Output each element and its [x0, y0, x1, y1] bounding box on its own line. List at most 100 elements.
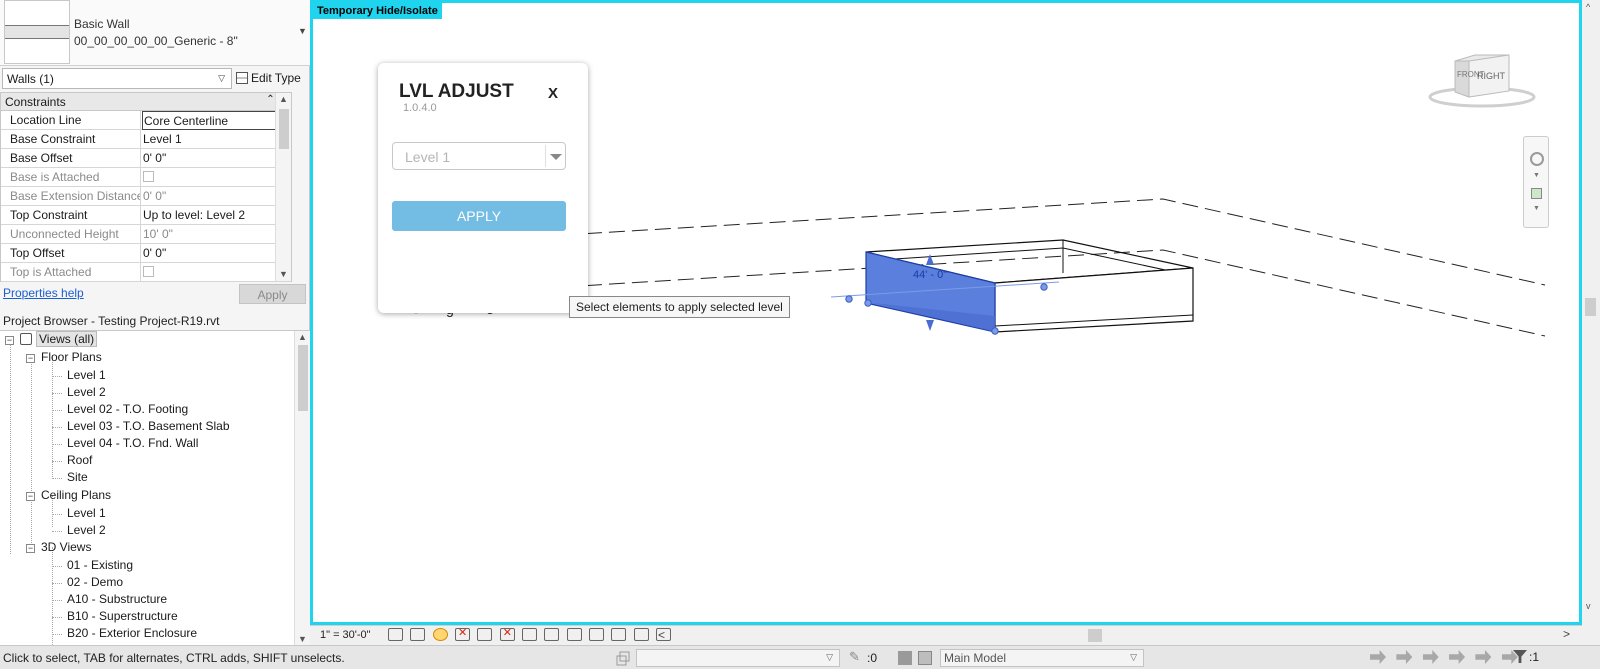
scroll-up-icon[interactable]: ^ [1586, 2, 1590, 12]
properties-help-link[interactable]: Properties help [3, 286, 84, 300]
selection-filter[interactable]: :1 [1513, 650, 1539, 664]
view-scale[interactable]: 1" = 30'-0" [320, 629, 371, 641]
level-select[interactable]: Level 1 [392, 142, 566, 170]
scroll-thumb[interactable] [1585, 298, 1596, 316]
tree-group-floor-plans[interactable]: − Floor Plans [26, 350, 102, 367]
property-row[interactable]: Top Constraint Up to level: Level 2 [1, 206, 291, 225]
reveal-hidden-icon[interactable] [589, 628, 605, 641]
design-options-icon[interactable] [898, 651, 912, 665]
tree-item[interactable]: Level 03 - T.O. Basement Slab [67, 419, 230, 436]
lock-3d-view-icon[interactable] [544, 628, 560, 641]
tree-group-ceiling-plans[interactable]: − Ceiling Plans [26, 488, 111, 505]
editable-only-icon[interactable]: ✎ [849, 649, 860, 665]
property-value-field[interactable]: 0' 0" [142, 149, 277, 167]
view-vertical-scrollbar[interactable]: ^ v [1582, 0, 1600, 625]
dimension-label[interactable]: 44' - 0" [913, 269, 947, 281]
select-underlay-icon[interactable] [1396, 650, 1413, 664]
tree-item[interactable]: A10 - Substructure [67, 592, 167, 609]
property-row[interactable]: Location Line Core Centerline [1, 111, 291, 130]
select-links-icon[interactable] [1370, 650, 1386, 664]
worksharing-display-icon[interactable] [611, 628, 627, 641]
render-icon[interactable] [477, 628, 493, 641]
tree-group-label: Ceiling Plans [41, 488, 112, 502]
property-row[interactable]: Top Offset 0' 0" [1, 244, 291, 263]
design-option-set-icon[interactable] [918, 651, 932, 665]
select-pinned-icon[interactable] [1422, 650, 1439, 664]
scroll-up-icon[interactable]: ▲ [298, 332, 307, 342]
collapse-icon[interactable]: − [26, 354, 35, 363]
lvl-apply-button[interactable]: APPLY [392, 201, 566, 231]
property-value-field[interactable]: Up to level: Level 2 [142, 206, 277, 224]
scroll-down-icon[interactable]: v [1586, 601, 1591, 611]
chevron-left-icon[interactable]: < [658, 628, 665, 642]
tree-item[interactable]: Level 1 [67, 506, 106, 523]
scroll-thumb[interactable] [298, 345, 308, 411]
temporary-hide-isolate-icon[interactable] [566, 628, 582, 641]
project-browser-scrollbar[interactable]: ▲ ▼ [294, 331, 310, 645]
select-by-face-icon[interactable] [1449, 650, 1466, 664]
viewcube-right-label[interactable]: RIGHT [1477, 71, 1506, 81]
scroll-up-icon[interactable]: ▲ [279, 94, 288, 104]
edit-type-button[interactable]: Edit Type [236, 68, 308, 89]
property-value-field[interactable]: 0' 0" [142, 244, 277, 262]
show-crop-icon[interactable] [522, 628, 538, 641]
shadows-off-icon[interactable] [455, 626, 471, 641]
tree-item[interactable]: Site [67, 470, 88, 487]
chevron-right-icon[interactable]: > [1563, 627, 1570, 641]
tree-root[interactable]: − Views (all) [5, 331, 98, 349]
tree-group-3d-views[interactable]: −3D Views [26, 540, 91, 557]
steering-wheel-icon[interactable] [1530, 152, 1544, 166]
chevron-down-icon[interactable]: ▼ [298, 26, 307, 36]
collapse-icon[interactable]: − [26, 544, 35, 553]
tree-item[interactable]: 02 - Demo [67, 575, 123, 592]
zoom-icon[interactable] [1531, 188, 1542, 199]
property-value-field: 10' 0" [143, 227, 173, 241]
design-option-value: Main Model [944, 651, 1007, 665]
property-row[interactable]: Base Constraint Level 1 [1, 130, 291, 149]
visual-style-icon[interactable] [410, 628, 426, 641]
tree-item[interactable]: B20 - Exterior Enclosure [67, 626, 197, 643]
view-horizontal-scrollbar[interactable]: > [670, 627, 1570, 642]
crop-view-icon[interactable] [499, 626, 515, 641]
left-panel: Basic Wall 00_00_00_00_00_Generic - 8" ▼… [0, 0, 310, 645]
chevron-down-icon[interactable]: ▼ [1533, 172, 1540, 179]
analytical-model-icon[interactable] [633, 628, 649, 641]
tree-item[interactable]: Level 02 - T.O. Footing [67, 402, 188, 419]
project-browser-tree: − Views (all) − Floor Plans Level 1 Level … [0, 330, 310, 645]
properties-group-header[interactable]: Constraints ⌃⌃ [1, 93, 291, 111]
property-row: Unconnected Height 10' 0" [1, 225, 291, 244]
chevron-down-icon[interactable]: ▼ [1533, 205, 1540, 212]
collapse-icon[interactable]: − [5, 336, 14, 345]
tree-item[interactable]: Level 2 [67, 385, 106, 402]
property-value-field[interactable]: Core Centerline [142, 111, 277, 130]
close-button[interactable]: X [548, 85, 558, 102]
tree-item[interactable]: B10 - Superstructure [67, 609, 178, 626]
drag-on-selection-icon[interactable] [1475, 650, 1492, 664]
property-value-field[interactable]: Level 1 [142, 130, 277, 148]
property-name: Top is Attached [1, 263, 141, 281]
properties-apply-button[interactable]: Apply [239, 284, 306, 304]
collapse-icon[interactable]: − [26, 492, 35, 501]
design-option-select[interactable]: Main Model ▽ [940, 649, 1144, 667]
viewcube[interactable]: FRONT RIGHT [1427, 47, 1537, 111]
scroll-down-icon[interactable]: ▼ [279, 269, 288, 279]
category-filter-select[interactable]: Walls (1) ▽ [2, 68, 232, 89]
sun-path-icon[interactable] [432, 628, 448, 641]
lvl-adjust-title: LVL ADJUST [399, 81, 514, 102]
property-name: Top Offset [1, 244, 141, 262]
property-row[interactable]: Base Offset 0' 0" [1, 149, 291, 168]
3d-viewport[interactable]: g e Temporary Hide/Isolate 44' - 0" FRON… [310, 0, 1582, 625]
tree-item[interactable]: Level 2 [67, 523, 106, 540]
tree-item[interactable]: 01 - Existing [67, 558, 133, 575]
scroll-thumb[interactable] [279, 109, 289, 149]
active-workset-select[interactable]: ▽ [636, 649, 840, 667]
worksets-icon[interactable] [615, 650, 631, 666]
properties-scrollbar[interactable]: ▲ ▼ [275, 93, 291, 281]
tree-item[interactable]: Level 04 - T.O. Fnd. Wall [67, 436, 198, 453]
tree-item[interactable]: Level 1 [67, 368, 106, 385]
detail-level-icon[interactable] [388, 628, 403, 641]
scroll-thumb[interactable] [1088, 629, 1102, 642]
type-selector[interactable]: Basic Wall 00_00_00_00_00_Generic - 8" ▼ [0, 0, 310, 66]
tree-item[interactable]: Roof [67, 453, 92, 470]
scroll-down-icon[interactable]: ▼ [298, 634, 307, 644]
